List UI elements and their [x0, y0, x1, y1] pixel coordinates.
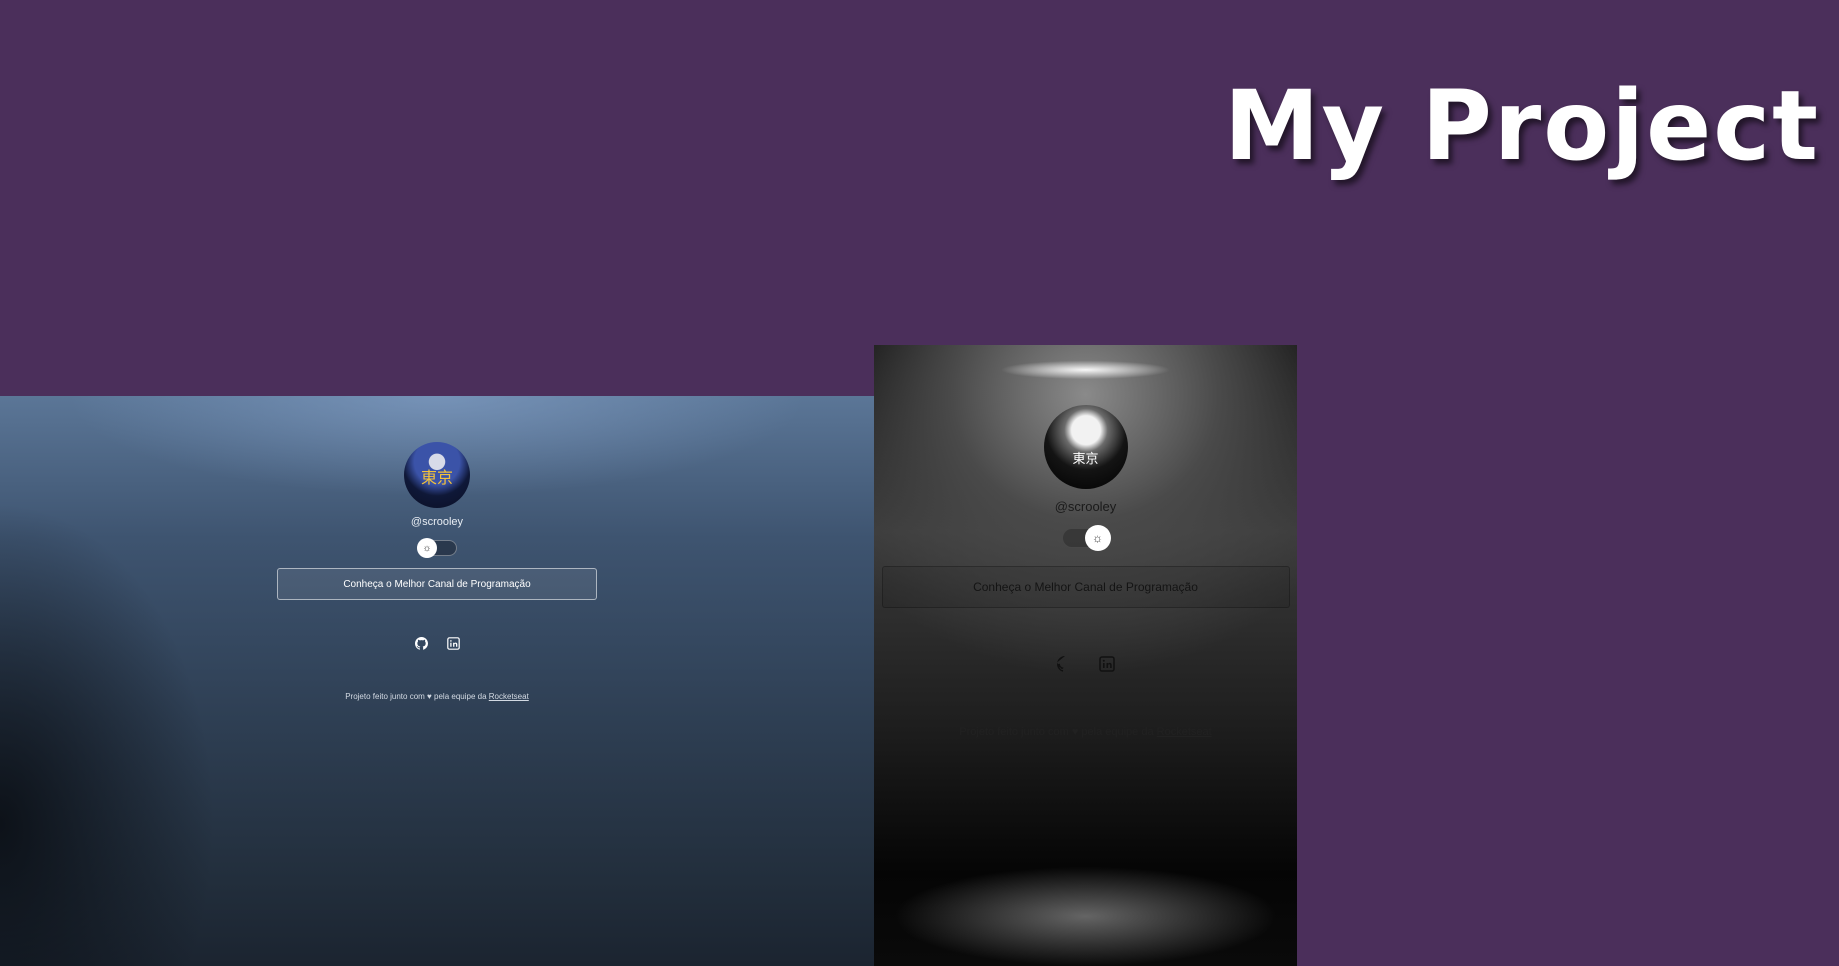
rocketseat-link[interactable]: Rocketseat	[1157, 726, 1212, 738]
channel-link-label: Conheça o Melhor Canal de Programação	[973, 580, 1198, 594]
right-preview-screenshot: 東京 @scrooley ☼ Conheça o Melhor Canal de…	[874, 345, 1297, 966]
sun-icon: ☼	[1084, 525, 1111, 551]
footer-prefix: Projeto feito junto com	[959, 726, 1069, 738]
left-preview-screenshot: 東京 @scrooley ☼ Conheça o Melhor Canal de…	[0, 396, 874, 966]
username: @scrooley	[410, 516, 464, 528]
rocketseat-link[interactable]: Rocketseat	[489, 692, 529, 701]
avatar: 東京	[1043, 405, 1128, 489]
footer-credit: Projeto feito junto com ♥ pela equipe da…	[959, 726, 1211, 738]
theme-toggle[interactable]: ☼	[417, 538, 457, 558]
profile-card: 東京 @scrooley ☼ Conheça o Melhor Canal de…	[0, 442, 874, 701]
avatar-kanji: 東京	[1072, 452, 1099, 467]
github-icon[interactable]	[414, 636, 428, 650]
channel-link-button[interactable]: Conheça o Melhor Canal de Programação	[277, 568, 597, 600]
username: @scrooley	[1054, 499, 1117, 514]
channel-link-label: Conheça o Melhor Canal de Programação	[343, 578, 531, 590]
profile-card: 東京 @scrooley ☼ Conheça o Melhor Canal de…	[874, 405, 1297, 738]
theme-toggle[interactable]: ☼	[1061, 525, 1111, 551]
avatar: 東京	[404, 442, 470, 508]
social-links	[1056, 656, 1115, 672]
linkedin-icon[interactable]	[1098, 656, 1115, 672]
linkedin-icon[interactable]	[446, 636, 460, 650]
sun-icon: ☼	[417, 538, 437, 558]
github-icon[interactable]	[1056, 656, 1073, 672]
channel-link-button[interactable]: Conheça o Melhor Canal de Programação	[881, 566, 1290, 608]
project-showcase: My Project 東京 @scrooley ☼ Conheça o Melh…	[0, 0, 1839, 966]
page-title: My Project	[1224, 70, 1820, 182]
heart-icon: ♥	[1071, 726, 1079, 738]
avatar-kanji: 東京	[420, 468, 453, 487]
heart-icon: ♥	[427, 692, 432, 701]
footer-prefix: Projeto feito junto com	[345, 692, 425, 701]
social-links	[414, 636, 460, 650]
footer-middle: pela equipe da	[1081, 726, 1154, 738]
footer-middle: pela equipe da	[434, 692, 487, 701]
footer-credit: Projeto feito junto com ♥ pela equipe da…	[345, 692, 529, 701]
